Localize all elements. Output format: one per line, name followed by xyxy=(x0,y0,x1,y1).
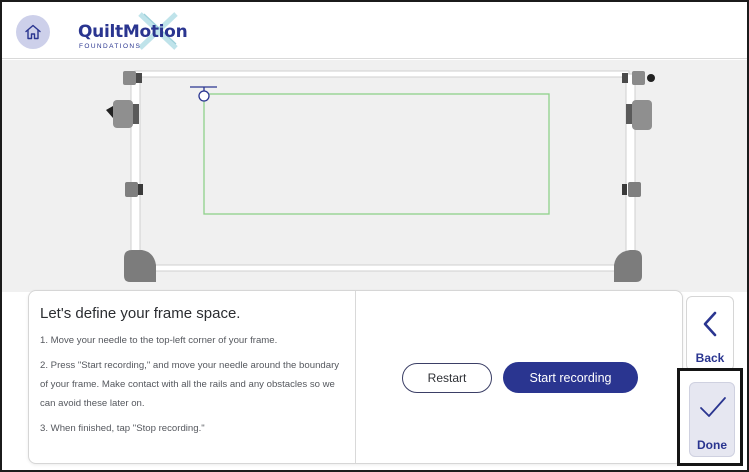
home-icon xyxy=(25,24,41,40)
chevron-left-icon xyxy=(703,311,717,337)
left-knob xyxy=(113,100,133,128)
instructions-title: Let's define your frame space. xyxy=(40,305,241,322)
done-highlight-box: Done xyxy=(677,368,743,466)
app-header: QuiltMotion FOUNDATIONS xyxy=(2,2,747,59)
instructions-section: Let's define your frame space. 1. Move y… xyxy=(29,291,356,463)
boundary-rectangle xyxy=(203,93,550,215)
instruction-step-2: 2. Press "Start recording," and move you… xyxy=(40,360,340,409)
left-foot xyxy=(124,250,156,282)
right-top-clamp xyxy=(632,71,645,85)
bottom-rail xyxy=(134,264,630,272)
done-label: Done xyxy=(697,438,727,452)
home-button[interactable] xyxy=(16,15,50,49)
quiltmotion-logo: QuiltMotion FOUNDATIONS xyxy=(78,12,188,52)
restart-button[interactable]: Restart xyxy=(402,363,492,393)
right-mid-clamp xyxy=(628,182,641,197)
checkmark-icon xyxy=(700,397,726,417)
done-button[interactable]: Done xyxy=(689,382,735,457)
recording-actions: Restart Start recording xyxy=(357,291,683,463)
start-recording-button[interactable]: Start recording xyxy=(503,362,638,393)
frame-canvas[interactable] xyxy=(2,60,747,292)
logo-subtitle: FOUNDATIONS xyxy=(79,43,142,50)
quilt-frame-illustration xyxy=(106,70,655,282)
logo-wordmark: QuiltMotion xyxy=(78,22,188,42)
instruction-step-1: 1. Move your needle to the top-left corn… xyxy=(40,335,278,346)
right-knob xyxy=(632,100,652,130)
back-button[interactable]: Back xyxy=(686,296,734,371)
top-rail xyxy=(134,70,630,78)
left-mid-clamp xyxy=(125,182,138,197)
instruction-step-3: 3. When finished, tap "Stop recording." xyxy=(40,423,205,434)
left-top-clamp xyxy=(123,71,136,85)
right-foot xyxy=(614,250,642,282)
back-label: Back xyxy=(695,351,725,365)
instruction-panel: Let's define your frame space. 1. Move y… xyxy=(28,290,683,464)
